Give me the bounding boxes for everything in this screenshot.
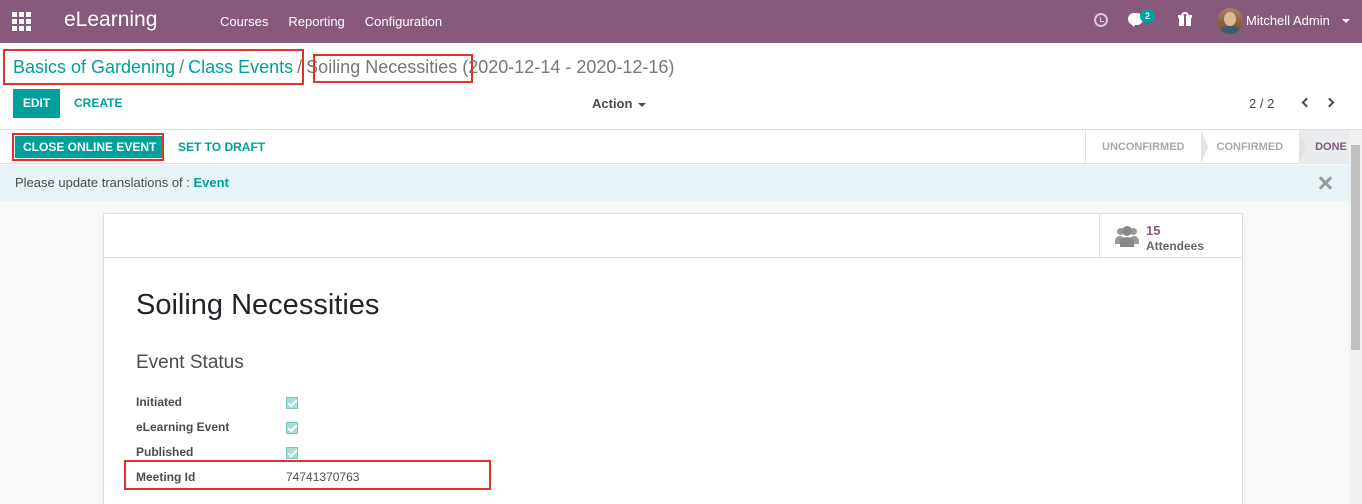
pager-value[interactable]: 2 / 2 bbox=[1249, 89, 1274, 118]
record-title: Soiling Necessities bbox=[136, 289, 380, 321]
top-navbar: eLearning Courses Reporting Configuratio… bbox=[0, 0, 1362, 43]
field-label-published: Published bbox=[136, 445, 194, 459]
elearning-event-checkbox bbox=[286, 422, 298, 434]
attendees-smart-button[interactable]: 15 Attendees bbox=[1099, 214, 1242, 258]
section-title: Event Status bbox=[136, 352, 244, 373]
set-to-draft-button[interactable]: SET TO DRAFT bbox=[170, 136, 273, 158]
chat-count-badge: 2 bbox=[1140, 9, 1156, 23]
alert-text: Please update translations of : bbox=[15, 175, 194, 190]
apps-grid-icon[interactable] bbox=[12, 12, 31, 31]
highlight-box-current-event bbox=[313, 54, 473, 83]
menu-item-courses[interactable]: Courses bbox=[210, 0, 278, 43]
highlight-box-breadcrumb bbox=[3, 49, 304, 85]
clock-icon[interactable] bbox=[1094, 13, 1108, 27]
create-button[interactable]: CREATE bbox=[66, 89, 130, 118]
app-name[interactable]: eLearning bbox=[64, 8, 157, 32]
edit-button[interactable]: EDIT bbox=[13, 89, 60, 118]
field-label-initiated: Initiated bbox=[136, 395, 183, 409]
highlight-box-close-event bbox=[12, 133, 164, 161]
chevron-left-icon[interactable] bbox=[1300, 97, 1312, 109]
field-label-elearning-event: eLearning Event bbox=[136, 420, 230, 434]
user-menu-name[interactable]: Mitchell Admin bbox=[1246, 13, 1330, 28]
users-icon bbox=[1115, 226, 1139, 248]
close-icon[interactable] bbox=[1318, 176, 1332, 190]
published-checkbox bbox=[286, 447, 298, 459]
stage-unconfirmed[interactable]: UNCONFIRMED bbox=[1086, 130, 1207, 164]
breadcrumb-dates: (2020-12-14 - 2020-12-16) bbox=[462, 57, 675, 77]
alert-link[interactable]: Event bbox=[194, 175, 229, 190]
gift-icon[interactable] bbox=[1178, 12, 1192, 26]
stage-statusbar: UNCONFIRMED CONFIRMED DONE bbox=[1085, 130, 1362, 164]
main-menu: Courses Reporting Configuration bbox=[210, 0, 452, 43]
highlight-box-meeting-id bbox=[124, 460, 491, 490]
caret-down-icon[interactable] bbox=[1342, 19, 1350, 23]
scrollbar-thumb[interactable] bbox=[1351, 145, 1360, 350]
menu-item-configuration[interactable]: Configuration bbox=[355, 0, 452, 43]
initiated-checkbox bbox=[286, 397, 298, 409]
scrollbar[interactable] bbox=[1349, 130, 1362, 504]
form-statusbar-header: CLOSE ONLINE EVENT SET TO DRAFT UNCONFIR… bbox=[0, 130, 1362, 164]
chevron-right-icon[interactable] bbox=[1324, 97, 1338, 109]
stage-confirmed[interactable]: CONFIRMED bbox=[1201, 130, 1306, 164]
translation-alert: Please update translations of : Event bbox=[0, 165, 1349, 201]
caret-down-icon bbox=[638, 102, 647, 107]
attendees-label: Attendees bbox=[1146, 239, 1205, 253]
attendees-count: 15 bbox=[1146, 223, 1161, 238]
avatar[interactable] bbox=[1217, 8, 1243, 34]
menu-item-reporting[interactable]: Reporting bbox=[278, 0, 354, 43]
action-label: Action bbox=[592, 96, 633, 111]
action-dropdown[interactable]: Action bbox=[592, 89, 647, 118]
button-box: 15 Attendees bbox=[104, 214, 1242, 258]
